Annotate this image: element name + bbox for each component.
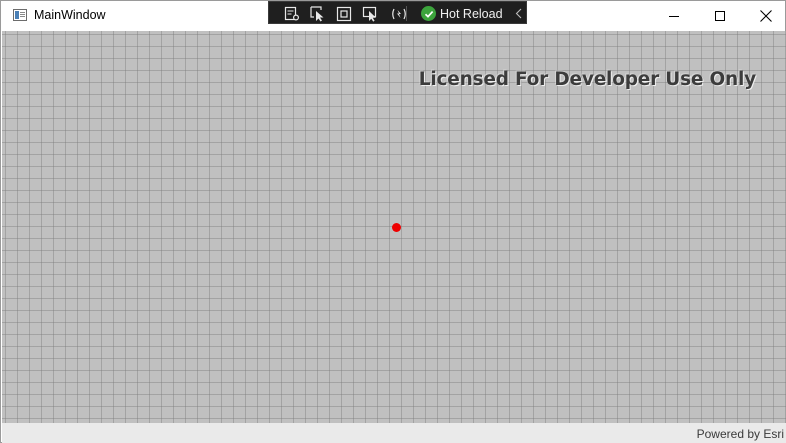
attribution-bar: Powered by Esri [2, 423, 786, 443]
hot-reload-check-icon [421, 6, 436, 21]
collapse-toolbar-button[interactable] [513, 6, 523, 21]
preview-selection-icon [391, 8, 406, 19]
preview-selection-button[interactable] [390, 5, 407, 22]
track-focused-element-icon [362, 6, 376, 22]
map-view[interactable]: Licensed For Developer Use Only [2, 31, 786, 423]
close-button[interactable] [743, 1, 786, 31]
minimize-button[interactable] [651, 1, 697, 31]
attribution-text[interactable]: Powered by Esri [697, 427, 784, 441]
display-layout-adorners-icon [336, 6, 351, 21]
display-layout-adorners-button[interactable] [335, 5, 352, 22]
license-watermark: Licensed For Developer Use Only [418, 69, 756, 90]
hot-reload-button[interactable]: Hot Reload [421, 5, 503, 22]
toolbar-divider [406, 6, 407, 21]
hot-reload-label: Hot Reload [440, 6, 503, 21]
minimize-icon [668, 15, 679, 17]
select-element-icon [309, 5, 323, 21]
select-element-button[interactable] [309, 5, 326, 22]
chevron-left-icon [515, 8, 521, 19]
app-window-icon [13, 9, 27, 21]
location-marker [392, 223, 401, 232]
close-icon [760, 10, 772, 22]
live-visual-tree-button[interactable] [283, 5, 300, 22]
maximize-button[interactable] [697, 1, 743, 31]
xaml-runtime-toolbar: Hot Reload [268, 1, 527, 24]
main-window: MainWindow Hot Reload Licensed For Devel… [0, 0, 786, 443]
live-visual-tree-icon [284, 6, 299, 21]
maximize-icon [714, 10, 725, 21]
track-focused-element-button[interactable] [361, 5, 378, 22]
window-title: MainWindow [34, 8, 106, 22]
